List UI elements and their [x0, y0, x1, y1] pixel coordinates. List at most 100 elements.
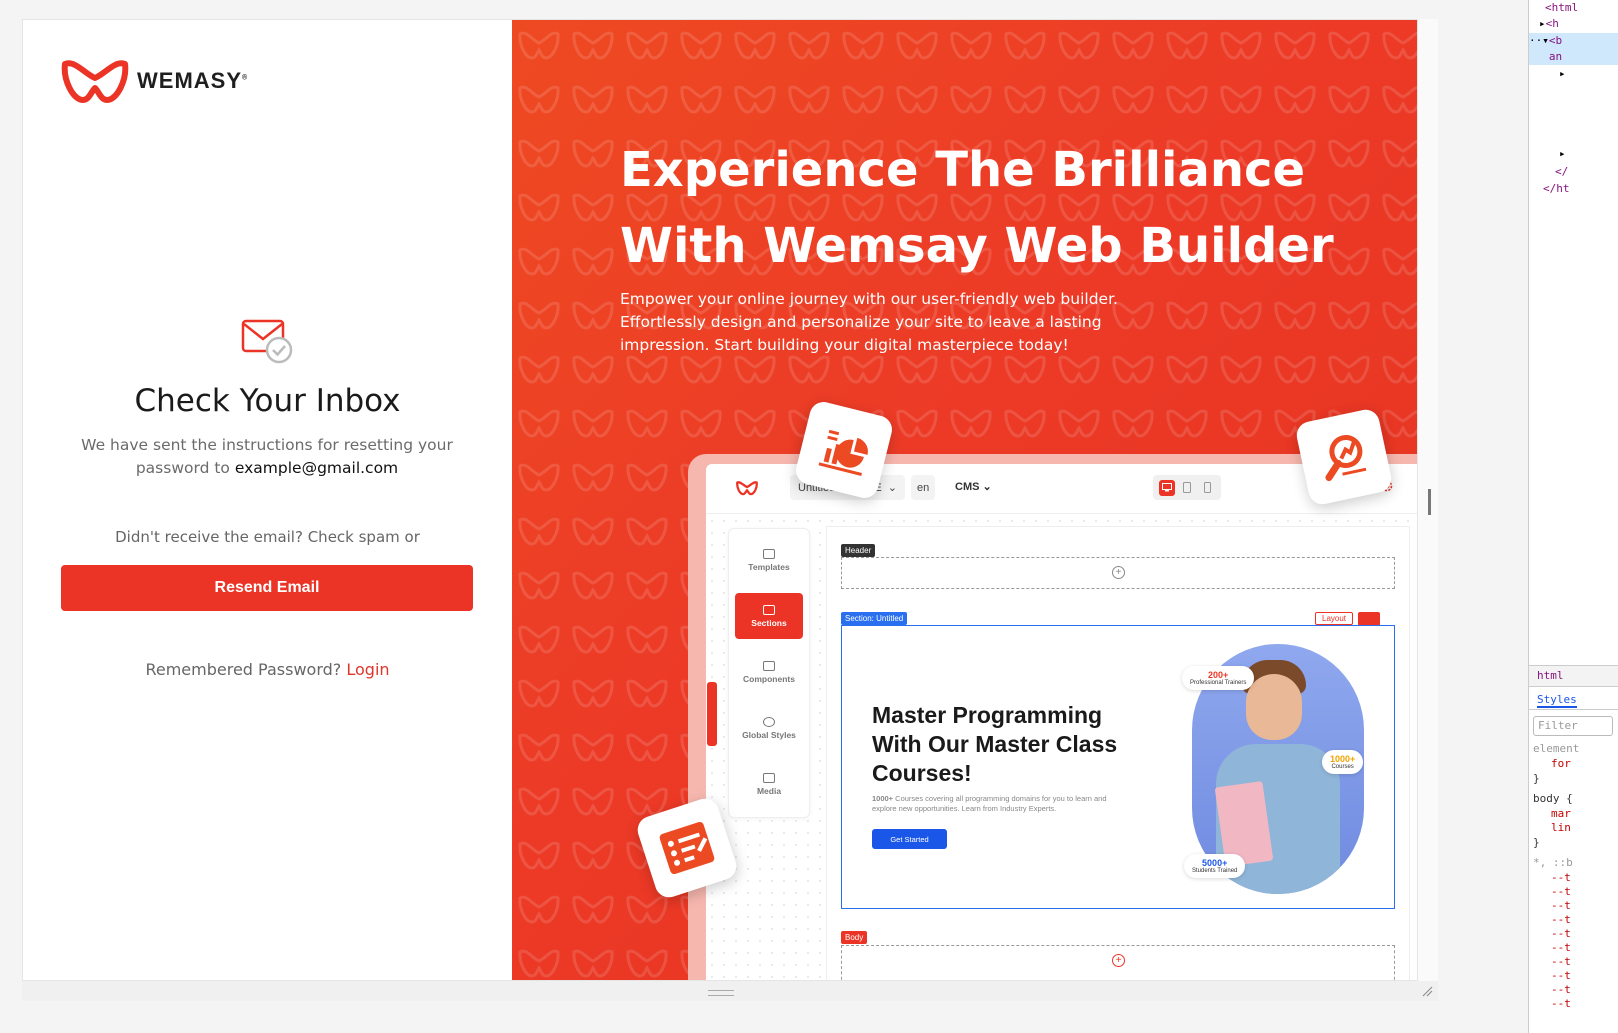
styles-tab[interactable]: Styles	[1529, 690, 1618, 710]
add-icon: +	[1112, 566, 1125, 579]
stat-badge-students: 5000+ Students Trained	[1184, 854, 1246, 878]
tool-media: Media	[735, 761, 803, 807]
css-variable: --t	[1551, 997, 1571, 1010]
remembered-text: Remembered Password?	[145, 660, 342, 679]
dom-line-selected[interactable]: ··▾<b	[1529, 33, 1618, 49]
hero-headline: Experience The Brilliance With Wemsay We…	[620, 132, 1340, 284]
image-icon	[763, 772, 775, 783]
resend-email-button[interactable]: Resend Email	[61, 565, 473, 611]
section-para-text: Courses covering all programming domains…	[872, 794, 1107, 813]
section-heading: Master Programming With Our Master Class…	[872, 702, 1118, 786]
chevron-down-icon: ⌄	[887, 482, 897, 494]
breadcrumb-html[interactable]: html	[1537, 669, 1564, 682]
seo-card	[1294, 407, 1394, 507]
mail-check-icon	[241, 318, 295, 369]
builder-logo-icon	[736, 481, 758, 496]
hero-banner: Experience The Brilliance With Wemsay We…	[512, 20, 1417, 980]
cms-menu: CMS ⌄	[955, 481, 992, 493]
resize-grip-icon[interactable]	[708, 990, 734, 996]
stat-number: 1000+	[1330, 754, 1356, 764]
cms-label: CMS	[955, 481, 980, 493]
builder-workspace: Header + Section: Untitled Layout Master…	[826, 526, 1410, 980]
chart-pie-icon	[818, 429, 868, 476]
brand-name: WEMASY	[137, 68, 242, 93]
dom-line[interactable]: <html	[1545, 0, 1578, 16]
style-property: for	[1551, 757, 1571, 770]
hero-headline-line1: Experience The Brilliance	[620, 142, 1306, 198]
dom-line[interactable]: ▸	[1559, 66, 1566, 82]
resize-corner-icon[interactable]	[1421, 985, 1433, 997]
header-dropzone: +	[841, 557, 1395, 589]
tool-templates: Templates	[735, 537, 803, 583]
tool-global-styles: Global Styles	[735, 705, 803, 751]
style-rule-selector: body {	[1533, 792, 1573, 805]
brand-logo[interactable]: WEMASY®	[61, 58, 248, 104]
stat-badge-courses: 1000+ Courses	[1322, 750, 1364, 774]
tool-label: Media	[756, 785, 782, 796]
style-property: lin	[1551, 821, 1571, 834]
stat-label: Students Trained	[1192, 868, 1238, 874]
builder-preview-frame: Untitled W...SITE ⌄ en CMS ⌄	[688, 454, 1417, 980]
tool-components: Components	[735, 649, 803, 695]
body-tag: Body	[841, 931, 868, 944]
styles-filter-input[interactable]: Filter	[1533, 716, 1613, 736]
email-address: example@gmail.com	[234, 459, 399, 477]
registered-mark: ®	[242, 74, 249, 82]
tool-label: Components	[743, 673, 795, 684]
header-tag: Header	[841, 544, 876, 557]
body-dropzone: +	[841, 945, 1395, 980]
builder-preview: Untitled W...SITE ⌄ en CMS ⌄	[706, 464, 1417, 980]
dom-line[interactable]: ▸<h	[1539, 16, 1559, 32]
page-scroll-gutter	[1418, 19, 1438, 981]
collapse-toggle	[707, 682, 717, 746]
stat-label: Professional Trainers	[1190, 680, 1247, 686]
add-icon: +	[1112, 954, 1125, 967]
page-viewport: WEMASY® Check Your Inbox We have sent th…	[22, 19, 1418, 981]
dom-line[interactable]: ▸	[1559, 146, 1566, 162]
sections-icon	[763, 604, 775, 615]
style-rule-selector: element	[1533, 742, 1580, 755]
hero-headline-line2: With Wemsay Web Builder	[620, 218, 1334, 274]
mobile-icon	[1199, 480, 1215, 496]
tool-sections: Sections	[735, 593, 803, 639]
login-link[interactable]: Login	[346, 660, 389, 679]
devtools-breadcrumb: html	[1529, 665, 1618, 687]
device-switcher	[1153, 475, 1221, 500]
style-rule-selector: *, ::b	[1533, 856, 1573, 869]
styles-tab-label: Styles	[1537, 693, 1577, 708]
templates-icon	[763, 548, 775, 559]
document-edit-icon	[659, 821, 715, 875]
dom-line[interactable]: </ht	[1543, 181, 1570, 197]
get-started-button: Get Started	[872, 829, 947, 849]
section-paragraph: 1000+ Courses covering all programming d…	[872, 794, 1112, 814]
trash-icon	[1358, 612, 1380, 626]
stat-number: 200+	[1208, 670, 1229, 680]
style-rule-close: }	[1533, 772, 1540, 785]
section-para-bold: 1000+	[872, 794, 894, 803]
section-tag: Section: Untitled	[841, 612, 908, 625]
stat-badge-trainers: 200+ Professional Trainers	[1182, 666, 1255, 690]
dom-line[interactable]: </	[1555, 164, 1568, 180]
photo-face	[1246, 674, 1302, 740]
language-selector: en	[911, 475, 936, 500]
magnifier-chart-icon	[1325, 434, 1367, 482]
hero-paragraph: Empower your online journey with our use…	[620, 290, 1118, 354]
dom-line-selected[interactable]: an	[1529, 49, 1618, 65]
tablet-icon	[1179, 480, 1195, 496]
tool-label: Templates	[748, 561, 790, 572]
devtools-panel: <html ▸<h ··▾<b an ▸ ▸ </ </ht html Styl…	[1528, 0, 1618, 1033]
components-icon	[763, 660, 775, 671]
tool-label: Global Styles	[742, 729, 796, 740]
builder-sidebar: Templates Sections Components Global Sty…	[728, 528, 810, 818]
tool-label: Sections	[751, 617, 787, 628]
wemasy-logo-icon	[61, 60, 129, 103]
page-title: Check Your Inbox	[134, 383, 401, 419]
instructions-text: We have sent the instructions for resett…	[67, 434, 467, 480]
remembered-password: Remembered Password? Login	[23, 660, 512, 679]
section-preview: Master Programming With Our Master Class…	[841, 625, 1395, 909]
palette-icon	[763, 716, 775, 727]
spam-hint: Didn't receive the email? Check spam or	[115, 528, 420, 546]
stat-label: Courses	[1331, 764, 1354, 770]
stat-number: 5000+	[1202, 858, 1228, 868]
auth-panel: WEMASY® Check Your Inbox We have sent th…	[23, 20, 512, 980]
